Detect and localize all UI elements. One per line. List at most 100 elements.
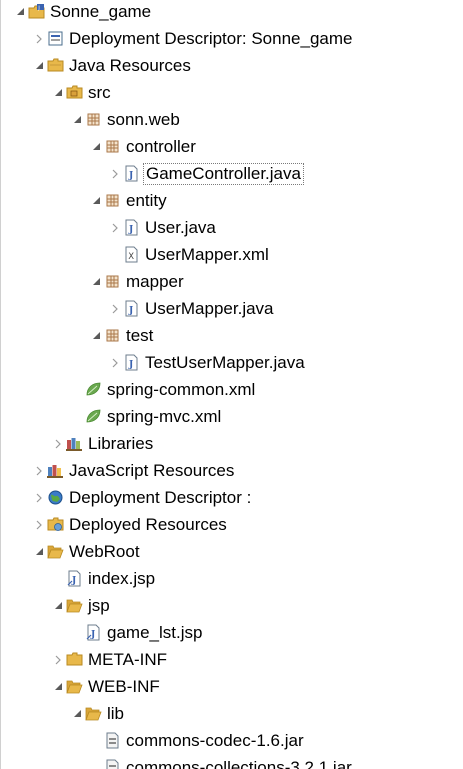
toggle-spacer bbox=[71, 403, 83, 430]
project-explorer-tree: J Sonne_game Deployment Descriptor: Sonne_… bbox=[0, 0, 463, 769]
expand-arrow-icon[interactable] bbox=[33, 484, 45, 511]
tree-item-label: index.jsp bbox=[88, 568, 156, 588]
collapse-arrow-icon[interactable] bbox=[52, 79, 64, 106]
expand-arrow-icon[interactable] bbox=[109, 214, 121, 241]
expand-arrow-icon[interactable] bbox=[33, 25, 45, 52]
open-folder-icon bbox=[66, 678, 83, 695]
tree-item-meta-inf[interactable]: META-INF bbox=[52, 646, 169, 673]
collapse-arrow-icon[interactable] bbox=[14, 0, 26, 25]
expand-arrow-icon[interactable] bbox=[33, 511, 45, 538]
package-icon bbox=[104, 327, 121, 344]
tree-item-label: UserMapper.java bbox=[145, 298, 274, 318]
deployed-resources-icon bbox=[47, 516, 64, 533]
tree-item-controller[interactable]: controller bbox=[90, 133, 198, 160]
jar-file-icon bbox=[104, 759, 121, 769]
tree-item-index-jsp[interactable]: Jindex.jsp bbox=[52, 565, 157, 592]
tree-item-javascript-resources[interactable]: JavaScript Resources bbox=[33, 457, 236, 484]
tree-item-testusermapper-java[interactable]: J TestUserMapper.java bbox=[109, 349, 307, 376]
tree-item-label: sonn.web bbox=[107, 109, 180, 129]
globe-icon bbox=[47, 489, 64, 506]
tree-item-deployed-resources[interactable]: Deployed Resources bbox=[33, 511, 229, 538]
tree-item-gamecontroller-java[interactable]: J GameController.java bbox=[109, 160, 304, 187]
tree-item-label: jsp bbox=[88, 595, 110, 615]
package-icon bbox=[104, 138, 121, 155]
tree-item-label: src bbox=[88, 82, 111, 102]
tree-item-label: commons-codec-1.6.jar bbox=[126, 730, 304, 750]
package-icon bbox=[85, 111, 102, 128]
tree-item-usermapper-xml[interactable]: X UserMapper.xml bbox=[109, 241, 271, 268]
svg-text:J: J bbox=[128, 171, 133, 181]
collapse-arrow-icon[interactable] bbox=[33, 52, 45, 79]
tree-item-mapper[interactable]: mapper bbox=[90, 268, 186, 295]
toggle-spacer bbox=[90, 754, 102, 769]
tree-item-sonn-web[interactable]: sonn.web bbox=[71, 106, 182, 133]
tree-item-label: GameController.java bbox=[143, 162, 304, 185]
expand-arrow-icon[interactable] bbox=[109, 160, 121, 187]
collapse-arrow-icon[interactable] bbox=[71, 700, 83, 727]
collapse-arrow-icon[interactable] bbox=[52, 592, 64, 619]
tree-item-libraries[interactable]: Libraries bbox=[52, 430, 155, 457]
tree-item-deployment-descriptor[interactable]: Deployment Descriptor : bbox=[33, 484, 253, 511]
expand-arrow-icon[interactable] bbox=[52, 430, 64, 457]
collapse-arrow-icon[interactable] bbox=[90, 322, 102, 349]
expand-arrow-icon[interactable] bbox=[109, 295, 121, 322]
collapse-arrow-icon[interactable] bbox=[90, 187, 102, 214]
collapse-arrow-icon[interactable] bbox=[33, 538, 45, 565]
tree-item-webroot[interactable]: WebRoot bbox=[33, 538, 142, 565]
closed-folder-icon bbox=[66, 651, 83, 668]
java-file-icon: J bbox=[123, 219, 140, 236]
tree-item-commons-collections-jar[interactable]: commons-collections-3.2.1.jar bbox=[90, 754, 354, 769]
tree-item-java-resources[interactable]: Java Resources bbox=[33, 52, 193, 79]
xml-file-icon: X bbox=[123, 246, 140, 263]
svg-text:X: X bbox=[128, 252, 134, 262]
tree-item-jsp-folder[interactable]: jsp bbox=[52, 592, 112, 619]
java-resources-icon bbox=[47, 57, 64, 74]
tree-item-commons-codec-jar[interactable]: commons-codec-1.6.jar bbox=[90, 727, 306, 754]
collapse-arrow-icon[interactable] bbox=[90, 133, 102, 160]
tree-item-entity[interactable]: entity bbox=[90, 187, 169, 214]
tree-item-game-lst-jsp[interactable]: Jgame_lst.jsp bbox=[71, 619, 204, 646]
tree-item-spring-mvc-xml[interactable]: spring-mvc.xml bbox=[71, 403, 223, 430]
tree-item-label: spring-common.xml bbox=[107, 379, 256, 399]
collapse-arrow-icon[interactable] bbox=[90, 268, 102, 295]
tree-item-sonne-game[interactable]: J Sonne_game bbox=[14, 0, 153, 25]
tree-item-label: TestUserMapper.java bbox=[145, 352, 305, 372]
tree-item-label: Deployment Descriptor : bbox=[69, 487, 252, 507]
tree-item-label: Libraries bbox=[88, 433, 154, 453]
open-folder-icon bbox=[66, 597, 83, 614]
spring-leaf-icon bbox=[85, 381, 102, 398]
tree-item-label: User.java bbox=[145, 217, 216, 237]
tree-item-label: mapper bbox=[126, 271, 184, 291]
collapse-arrow-icon[interactable] bbox=[71, 106, 83, 133]
expand-arrow-icon[interactable] bbox=[52, 646, 64, 673]
open-folder-icon bbox=[47, 543, 64, 560]
spring-leaf-icon bbox=[85, 408, 102, 425]
expand-arrow-icon[interactable] bbox=[109, 349, 121, 376]
java-file-icon: J bbox=[123, 354, 140, 371]
tree-item-label: UserMapper.xml bbox=[145, 244, 269, 264]
tree-item-label: Sonne_game bbox=[50, 1, 152, 21]
toggle-spacer bbox=[71, 619, 83, 646]
tree-item-label: spring-mvc.xml bbox=[107, 406, 222, 426]
tree-item-lib[interactable]: lib bbox=[71, 700, 126, 727]
libraries-icon bbox=[66, 435, 83, 452]
tree-item-test[interactable]: test bbox=[90, 322, 155, 349]
jsp-file-icon: J bbox=[85, 624, 102, 641]
svg-text:J: J bbox=[37, 5, 40, 11]
package-icon bbox=[104, 192, 121, 209]
tree-item-label: WEB-INF bbox=[88, 676, 160, 696]
collapse-arrow-icon[interactable] bbox=[52, 673, 64, 700]
tree-item-user-java[interactable]: J User.java bbox=[109, 214, 218, 241]
tree-item-deployment-descriptor-sonne[interactable]: Deployment Descriptor: Sonne_game bbox=[33, 25, 354, 52]
tree-item-web-inf[interactable]: WEB-INF bbox=[52, 673, 162, 700]
tree-item-src[interactable]: src bbox=[52, 79, 113, 106]
tree-item-label: META-INF bbox=[88, 649, 168, 669]
tree-item-label: entity bbox=[126, 190, 167, 210]
tree-item-label: lib bbox=[107, 703, 125, 723]
tree-item-spring-common-xml[interactable]: spring-common.xml bbox=[71, 376, 257, 403]
svg-text:J: J bbox=[128, 306, 133, 316]
expand-arrow-icon[interactable] bbox=[33, 457, 45, 484]
javascript-resources-icon bbox=[47, 462, 64, 479]
jar-file-icon bbox=[104, 732, 121, 749]
tree-item-usermapper-java[interactable]: J UserMapper.java bbox=[109, 295, 276, 322]
